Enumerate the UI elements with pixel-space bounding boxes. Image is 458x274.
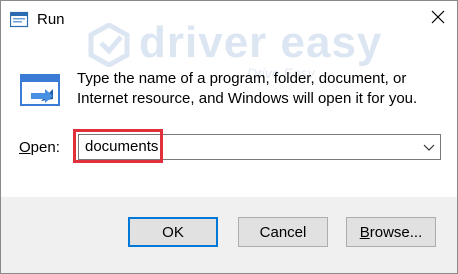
window-title: Run (37, 11, 65, 28)
browse-button[interactable]: Browse... (346, 217, 436, 247)
description-line-2: Internet resource, and Windows will open… (77, 90, 418, 107)
title-bar[interactable]: Run (1, 1, 457, 39)
run-program-icon (19, 71, 63, 111)
open-combobox[interactable]: documents (78, 134, 441, 160)
open-label: Open: (19, 139, 60, 156)
close-button[interactable] (425, 7, 451, 31)
description-text: Type the name of a program, folder, docu… (77, 69, 437, 109)
browse-accesskey: B (359, 223, 370, 241)
close-icon (431, 10, 445, 29)
description-line-1: Type the name of a program, folder, docu… (77, 70, 407, 87)
cancel-button[interactable]: Cancel (238, 217, 328, 247)
chevron-down-icon[interactable] (422, 140, 436, 154)
run-dialog: Run driver easy Drive Easy Type the name… (0, 0, 458, 274)
browse-label-rest: rowse... (369, 223, 423, 241)
ok-button[interactable]: OK (128, 217, 218, 247)
open-input[interactable]: documents (85, 138, 158, 156)
button-bar: OK Cancel Browse... (1, 197, 457, 273)
run-app-icon (9, 11, 30, 29)
open-label-accesskey: O (19, 139, 31, 156)
open-label-rest: pen: (30, 139, 60, 156)
